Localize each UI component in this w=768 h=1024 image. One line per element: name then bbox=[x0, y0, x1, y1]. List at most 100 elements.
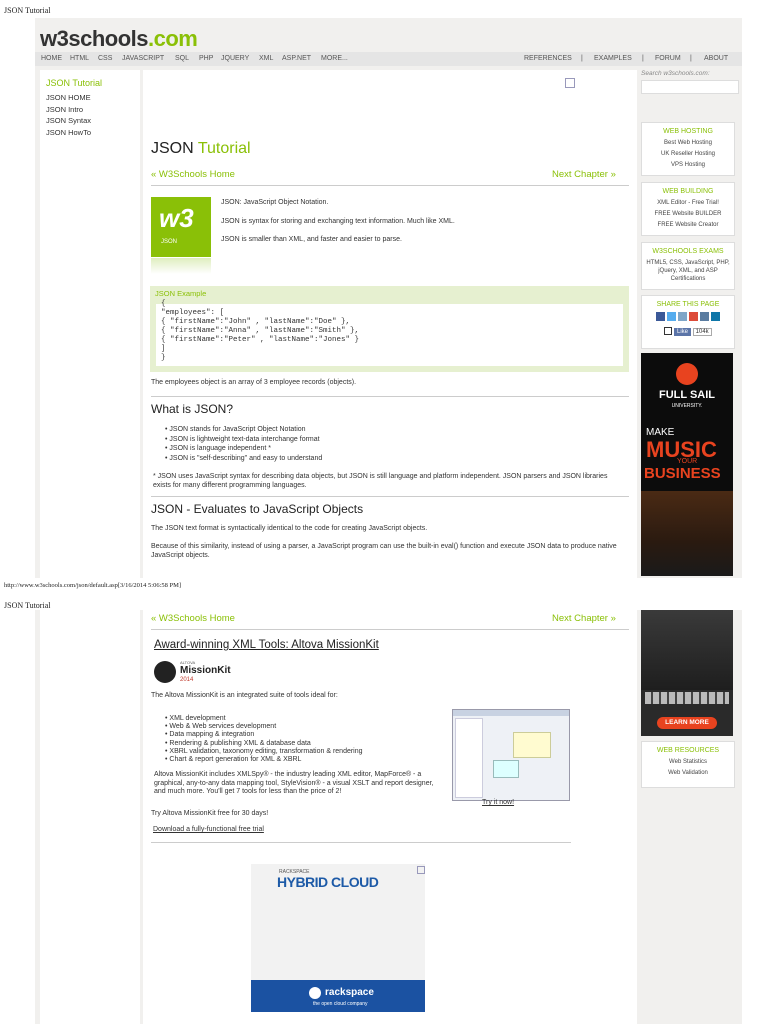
ad-intro: The Altova MissionKit is an integrated s… bbox=[151, 692, 338, 699]
list-item: • XBRL validation, taxonomy editing, tra… bbox=[165, 747, 363, 755]
code-line: { bbox=[161, 300, 166, 308]
json-example-box: JSON Example { "employees": [ { "firstNa… bbox=[150, 286, 629, 372]
hosting-link[interactable]: UK Reseller Hosting bbox=[642, 150, 734, 158]
resource-link[interactable]: Web Validation bbox=[642, 769, 734, 777]
facebook-icon[interactable] bbox=[656, 312, 665, 321]
search-input[interactable] bbox=[641, 80, 739, 94]
sidebar-title[interactable]: JSON Tutorial bbox=[46, 78, 102, 88]
web-resources-box: WEB RESOURCES Web Statistics Web Validat… bbox=[641, 741, 735, 788]
nav-aspnet[interactable]: ASP.NET bbox=[282, 55, 311, 62]
left-sidebar: JSON Tutorial JSON HOME JSON Intro JSON … bbox=[40, 70, 140, 578]
nav-php[interactable]: PHP bbox=[199, 55, 213, 62]
divider bbox=[151, 396, 629, 397]
missionkit-logo[interactable]: ALTOVA MissionKit 2014 bbox=[152, 659, 234, 687]
intro-line: JSON is smaller than XML, and faster and… bbox=[221, 236, 402, 243]
w3schools-logo[interactable]: w3schools.com bbox=[40, 26, 198, 52]
fullsail-ad[interactable]: FULL SAIL UNIVERSITY. MAKE MUSIC YOUR BU… bbox=[641, 353, 733, 576]
code-line: { "firstName":"Anna" , "lastName":"Smith… bbox=[161, 327, 360, 335]
studio-ad[interactable]: LEARN MORE bbox=[641, 610, 733, 736]
page-title: JSON Tutorial bbox=[151, 140, 251, 157]
googleplus-icon[interactable] bbox=[689, 312, 698, 321]
nav-jquery[interactable]: JQUERY bbox=[221, 55, 249, 62]
section-heading: What is JSON? bbox=[151, 402, 234, 416]
fullsail-logo-icon bbox=[676, 363, 698, 385]
divider bbox=[151, 185, 629, 186]
building-link[interactable]: FREE Website Creator bbox=[642, 221, 734, 229]
rackspace-ad[interactable]: RACKSPACE HYBRID CLOUD rackspace the ope… bbox=[251, 864, 425, 1012]
hosting-link[interactable]: VPS Hosting bbox=[642, 161, 734, 169]
nav-about[interactable]: ABOUT bbox=[704, 55, 728, 62]
share-box: SHARE THIS PAGE Like 104k bbox=[641, 295, 735, 349]
like-button[interactable]: Like bbox=[673, 327, 691, 336]
paragraph: Because of this similarity, instead of u… bbox=[151, 543, 617, 559]
missionkit-icon bbox=[154, 661, 176, 683]
nav-forum[interactable]: FORUM bbox=[655, 55, 681, 62]
code-line: ] bbox=[161, 345, 166, 353]
divider bbox=[151, 496, 629, 497]
like-checkbox[interactable] bbox=[664, 327, 673, 335]
ad-photo bbox=[641, 491, 733, 576]
prev-link[interactable]: « W3Schools Home bbox=[151, 613, 235, 624]
pdf-page-header: JSON Tutorial bbox=[4, 601, 51, 610]
w3-badge-label: JSON bbox=[161, 239, 178, 245]
ad-headline: HYBRID CLOUD bbox=[277, 874, 379, 890]
ad-photo bbox=[641, 610, 733, 690]
web-hosting-box: WEB HOSTING Best Web Hosting UK Reseller… bbox=[641, 122, 735, 176]
intro-line: JSON is syntax for storing and exchangin… bbox=[221, 218, 455, 225]
top-navbar: HOME HTML CSS JAVASCRIPT SQL PHP JQUERY … bbox=[35, 52, 742, 66]
ad-choices-icon[interactable] bbox=[565, 78, 575, 88]
divider bbox=[151, 842, 571, 843]
footnote: * JSON uses JavaScript syntax for descri… bbox=[153, 473, 608, 489]
list-item: • JSON stands for JavaScript Object Nota… bbox=[165, 426, 306, 433]
linkedin-icon[interactable] bbox=[711, 312, 720, 321]
paragraph: The JSON text format is syntactically id… bbox=[151, 525, 428, 532]
code-line: { "firstName":"Peter" , "lastName":"Jone… bbox=[161, 336, 360, 344]
building-link[interactable]: FREE Website BUILDER bbox=[642, 210, 734, 218]
hosting-link[interactable]: Best Web Hosting bbox=[642, 139, 734, 147]
list-item: • Web & Web services development bbox=[165, 723, 277, 731]
sidebar-item-json-home[interactable]: JSON HOME bbox=[46, 93, 91, 102]
rackspace-logo-icon bbox=[309, 987, 321, 999]
nav-xml[interactable]: XML bbox=[259, 55, 273, 62]
box-title: SHARE THIS PAGE bbox=[656, 301, 720, 308]
building-link[interactable]: XML Editor - Free Trial! bbox=[642, 199, 734, 207]
list-item: • Data mapping & integration bbox=[165, 731, 255, 739]
code-block: { "employees": [ { "firstName":"John" , … bbox=[156, 300, 623, 366]
ad-choices-icon[interactable] bbox=[417, 866, 425, 874]
ad-text: BUSINESS bbox=[644, 465, 721, 482]
email-icon[interactable] bbox=[700, 312, 709, 321]
like-row: Like 104k bbox=[642, 327, 734, 336]
learn-more-button[interactable]: LEARN MORE bbox=[657, 717, 717, 729]
exams-link[interactable]: HTML5, CSS, JavaScript, PHP, jQuery, XML… bbox=[642, 259, 734, 283]
list-item: • Rendering & publishing XML & database … bbox=[165, 739, 311, 747]
example-note: The employees object is an array of 3 em… bbox=[151, 379, 357, 386]
resource-link[interactable]: Web Statistics bbox=[642, 758, 734, 766]
try-now-link[interactable]: Try it now! bbox=[482, 799, 514, 806]
next-chapter-link[interactable]: Next Chapter » bbox=[552, 613, 616, 624]
like-count: 104k bbox=[692, 327, 712, 336]
ad-brand: FULL SAIL bbox=[658, 389, 715, 401]
nav-references[interactable]: REFERENCES bbox=[524, 55, 572, 62]
nav-html[interactable]: HTML bbox=[70, 55, 89, 62]
missionkit-screenshot[interactable] bbox=[452, 709, 570, 801]
nav-css[interactable]: CSS bbox=[98, 55, 112, 62]
sidebar-item-json-syntax[interactable]: JSON Syntax bbox=[46, 116, 91, 125]
download-link[interactable]: Download a fully-functional free trial bbox=[153, 826, 264, 833]
share-icon[interactable] bbox=[678, 312, 687, 321]
list-item: • JSON is lightweight text-data intercha… bbox=[165, 435, 320, 443]
twitter-icon[interactable] bbox=[667, 312, 676, 321]
sidebar-item-json-howto[interactable]: JSON HowTo bbox=[46, 128, 91, 137]
ad-heading-link[interactable]: Award-winning XML Tools: Altova MissionK… bbox=[154, 639, 379, 651]
nav-javascript[interactable]: JAVASCRIPT bbox=[122, 55, 164, 62]
nav-home[interactable]: HOME bbox=[41, 55, 62, 62]
nav-more[interactable]: MORE... bbox=[321, 55, 348, 62]
code-line: "employees": [ bbox=[161, 309, 225, 317]
sidebar-item-json-intro[interactable]: JSON Intro bbox=[46, 105, 83, 114]
nav-separator: | bbox=[690, 55, 692, 62]
nav-examples[interactable]: EXAMPLES bbox=[594, 55, 632, 62]
list-item: • XML development bbox=[165, 715, 226, 722]
next-chapter-link[interactable]: Next Chapter » bbox=[552, 169, 616, 180]
nav-sql[interactable]: SQL bbox=[175, 55, 189, 62]
pdf-page-header: JSON Tutorial bbox=[4, 6, 51, 15]
prev-link[interactable]: « W3Schools Home bbox=[151, 169, 235, 180]
